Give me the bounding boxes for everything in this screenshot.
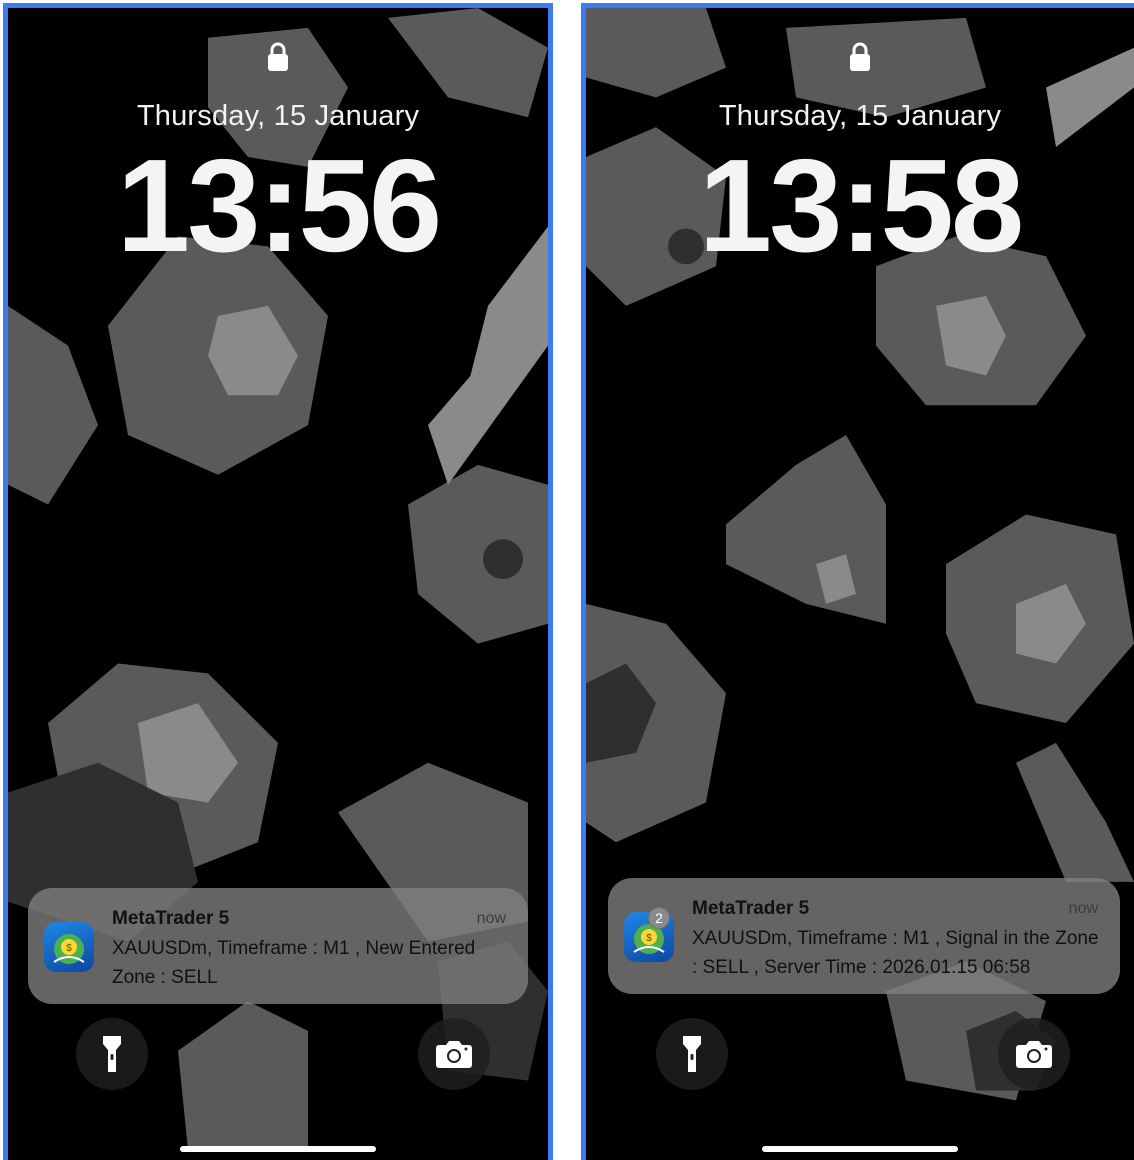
- lock-date: Thursday, 15 January: [718, 100, 1002, 132]
- svg-text:$: $: [66, 943, 72, 954]
- notification-card[interactable]: $ MetaTrader 5 now XAUUSDm, Timeframe : …: [28, 888, 528, 1004]
- camera-button[interactable]: [418, 1018, 490, 1090]
- notification-time: now: [476, 910, 506, 927]
- camera-icon: [436, 1041, 472, 1068]
- notification-app-name: MetaTrader 5: [692, 898, 810, 919]
- flashlight-button[interactable]: [76, 1018, 148, 1090]
- flashlight-icon: [683, 1036, 701, 1072]
- lock-date: Thursday, 15 January: [136, 100, 420, 132]
- notification-body: XAUUSDm, Timeframe : M1 , New Entered Zo…: [112, 938, 476, 988]
- lock-screen-right: Thursday, 15 January 13:58 $ 2 MetaTrade…: [581, 3, 1134, 1160]
- notification-time: now: [1068, 900, 1098, 917]
- home-indicator[interactable]: [180, 1146, 376, 1152]
- notification-app-name: MetaTrader 5: [112, 908, 230, 929]
- metatrader-app-icon: $: [44, 922, 94, 972]
- lock-icon: [850, 42, 870, 71]
- svg-text:$: $: [646, 933, 652, 944]
- camera-icon: [1016, 1041, 1052, 1068]
- home-indicator[interactable]: [762, 1146, 958, 1152]
- flashlight-icon: [103, 1036, 121, 1072]
- notification-card[interactable]: $ 2 MetaTrader 5 now XAUUSDm, Timeframe …: [608, 878, 1120, 994]
- flashlight-button[interactable]: [656, 1018, 728, 1090]
- notification-count-badge: 2: [648, 907, 670, 929]
- lock-time: 13:58: [698, 132, 1025, 279]
- lock-screen-left: Thursday, 15 January 13:56 $ MetaTrader …: [3, 3, 553, 1160]
- camera-button[interactable]: [998, 1018, 1070, 1090]
- notification-body: XAUUSDm, Timeframe : M1 , Signal in the …: [692, 928, 1099, 978]
- lock-time: 13:56: [116, 132, 443, 279]
- lock-icon: [268, 42, 288, 71]
